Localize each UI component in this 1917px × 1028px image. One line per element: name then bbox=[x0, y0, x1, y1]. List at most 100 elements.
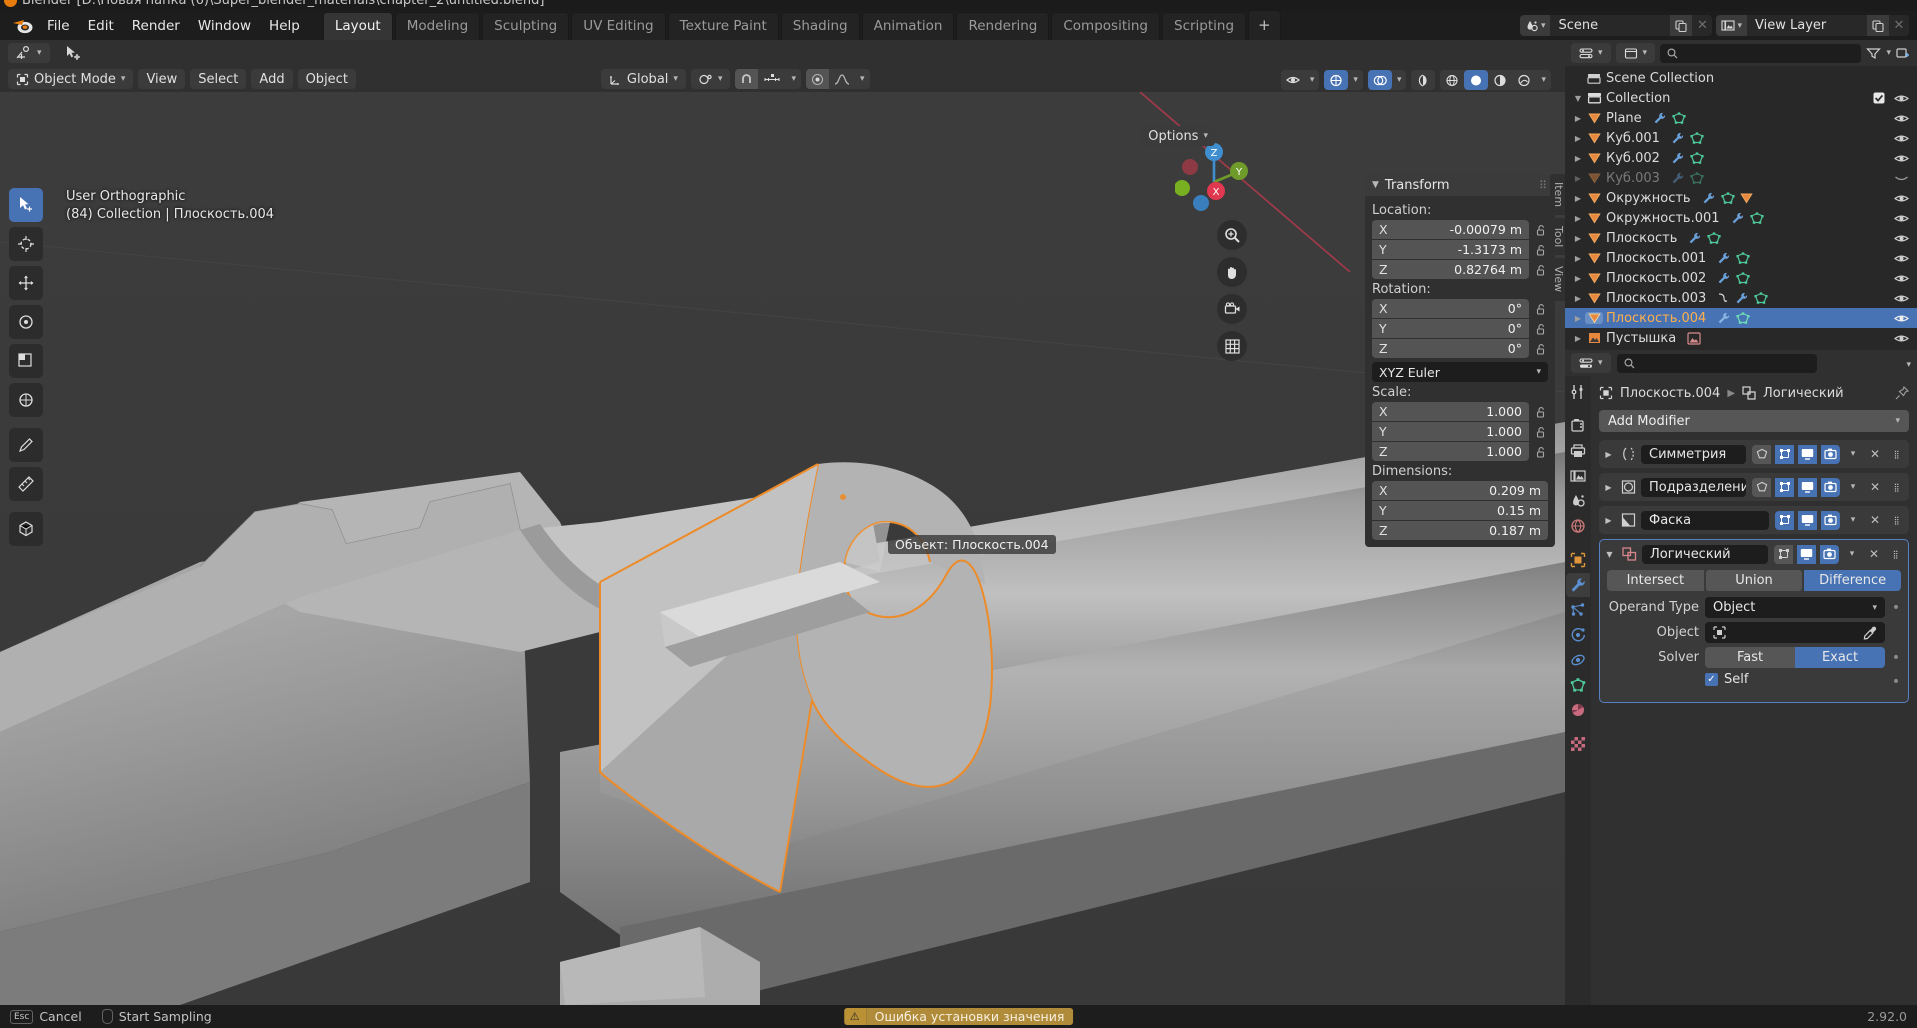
scene-icon[interactable]: ▾ bbox=[1519, 15, 1551, 36]
pin-icon[interactable] bbox=[1895, 386, 1909, 400]
dimensions-x-value[interactable]: 0.209 m bbox=[1489, 483, 1541, 498]
workspace-tab-shading[interactable]: Shading bbox=[780, 12, 860, 40]
expand-icon[interactable]: ▶ bbox=[1571, 154, 1585, 163]
modifier-drag-handle[interactable]: ⣿ bbox=[1887, 550, 1905, 559]
expand-icon[interactable]: ▶ bbox=[1571, 214, 1585, 223]
collection-visibility-icon[interactable] bbox=[1894, 93, 1909, 104]
outliner-row-cube-002[interactable]: ▶ Куб.002 bbox=[1565, 148, 1917, 168]
object-visibility-icon[interactable] bbox=[1281, 70, 1305, 90]
workspace-tab-animation[interactable]: Animation bbox=[861, 12, 955, 40]
scene-selector[interactable]: ▾ Scene ✕ bbox=[1519, 15, 1713, 36]
object-name-label[interactable]: Плоскость.002 bbox=[1606, 271, 1706, 286]
row-visibility-icon[interactable] bbox=[1894, 213, 1909, 224]
modifier-realtime-toggle[interactable] bbox=[1798, 444, 1817, 464]
expand-icon[interactable]: ▶ bbox=[1571, 174, 1585, 183]
tool-add-cube-icon[interactable] bbox=[9, 512, 43, 546]
location-z-value[interactable]: 0.82764 m bbox=[1454, 262, 1522, 277]
modifier-name[interactable]: Фаска bbox=[1641, 510, 1769, 530]
xray-toggle-icon[interactable] bbox=[1411, 70, 1435, 90]
npanel-tab-item[interactable]: Item bbox=[1550, 174, 1565, 216]
rotation-y-lock-icon[interactable] bbox=[1534, 323, 1548, 335]
tweak-tool-icon[interactable] bbox=[64, 45, 84, 61]
world-icon[interactable] bbox=[1566, 514, 1590, 538]
modifier-drag-handle[interactable]: ⣿ bbox=[1888, 450, 1906, 459]
outliner-row-plane-ru[interactable]: ▶ Плоскость bbox=[1565, 228, 1917, 248]
tool-transform-icon[interactable] bbox=[9, 383, 43, 417]
modifier-expand-icon[interactable]: ▶ bbox=[1602, 483, 1615, 492]
menu-window[interactable]: Window bbox=[189, 15, 260, 37]
properties-editor-type-button[interactable]: ▾ bbox=[1571, 353, 1611, 373]
scale-x-value[interactable]: 1.000 bbox=[1486, 404, 1522, 419]
add-modifier-button[interactable]: Add Modifier ▾ bbox=[1599, 410, 1909, 432]
transform-collapse-icon[interactable]: ▼ bbox=[1372, 180, 1379, 190]
rotation-y-value[interactable]: 0° bbox=[1508, 321, 1522, 336]
viewport-menu-object[interactable]: Object bbox=[297, 69, 356, 89]
dimensions-z-value[interactable]: 0.187 m bbox=[1489, 523, 1541, 538]
expand-icon[interactable]: ▶ bbox=[1571, 194, 1585, 203]
viewport-menu-add[interactable]: Add bbox=[251, 69, 293, 89]
expand-icon[interactable]: ▶ bbox=[1571, 314, 1585, 323]
solver-exact[interactable]: Exact bbox=[1795, 647, 1885, 668]
operand-type-animate-dot[interactable]: • bbox=[1891, 600, 1901, 616]
modifier-realtime-toggle[interactable] bbox=[1797, 544, 1816, 564]
workspace-tab-compositing[interactable]: Compositing bbox=[1051, 12, 1160, 40]
view-layer-icon[interactable] bbox=[1566, 464, 1590, 488]
object-name-label[interactable]: Плоскость.004 bbox=[1606, 311, 1706, 326]
outliner-search-input[interactable] bbox=[1660, 43, 1862, 63]
view-layer-name[interactable]: View Layer bbox=[1747, 15, 1867, 36]
self-animate-dot[interactable]: • bbox=[1891, 674, 1901, 690]
modifier-realtime-toggle[interactable] bbox=[1798, 477, 1817, 497]
outliner-row-cube-003[interactable]: ▶ Куб.003 bbox=[1565, 168, 1917, 188]
object-name-label[interactable]: Плоскость bbox=[1606, 231, 1677, 246]
gizmo-caret[interactable]: ▾ bbox=[1348, 70, 1363, 90]
outliner-editor[interactable]: ▾ ▾ ▾ Scene Collection ▼ Collection ▶ Pl… bbox=[1565, 40, 1917, 350]
expand-icon[interactable]: ▶ bbox=[1571, 114, 1585, 123]
row-visibility-icon[interactable] bbox=[1894, 193, 1909, 204]
rotation-y-row[interactable]: Y 0° bbox=[1372, 319, 1548, 338]
viewport-menu-select[interactable]: Select bbox=[190, 69, 247, 89]
object-name-label[interactable]: Plane bbox=[1606, 111, 1642, 126]
menu-help[interactable]: Help bbox=[260, 15, 309, 37]
rotation-x-row[interactable]: X 0° bbox=[1372, 299, 1548, 318]
modifier-dropdown-caret[interactable]: ▾ bbox=[1844, 515, 1862, 525]
object-name-label[interactable]: Куб.003 bbox=[1606, 171, 1660, 186]
menu-edit[interactable]: Edit bbox=[79, 15, 123, 37]
modifier-collapse-icon[interactable]: ▼ bbox=[1603, 550, 1616, 559]
dimensions-z-row[interactable]: Z 0.187 m bbox=[1372, 521, 1548, 540]
tool-tweak-icon[interactable] bbox=[9, 188, 43, 222]
eyedropper-icon[interactable] bbox=[1863, 626, 1877, 640]
workspace-tab-scripting[interactable]: Scripting bbox=[1162, 12, 1247, 40]
modifier-dropdown-caret[interactable]: ▾ bbox=[1843, 549, 1861, 559]
modifier-name[interactable]: Подразделения bbox=[1641, 477, 1746, 497]
render-icon[interactable] bbox=[1566, 414, 1590, 438]
data-icon[interactable] bbox=[1566, 673, 1590, 697]
proportional-edit-icon[interactable] bbox=[806, 69, 829, 89]
viewport-3d[interactable]: ▾ Object Mode ▾ View Select Add Object G… bbox=[0, 40, 1565, 1005]
workspace-tab-modeling[interactable]: Modeling bbox=[394, 12, 481, 40]
modifier-edit-mode-cage-toggle[interactable] bbox=[1752, 444, 1771, 464]
view-layer-remove-button[interactable]: ✕ bbox=[1889, 15, 1909, 36]
transform-panel-header[interactable]: ▼ Transform ⠿ bbox=[1365, 174, 1555, 196]
particles-icon[interactable] bbox=[1566, 598, 1590, 622]
view-layer-new-button[interactable] bbox=[1867, 15, 1889, 36]
location-z-row[interactable]: Z 0.82764 m bbox=[1372, 260, 1548, 279]
scale-z-value[interactable]: 1.000 bbox=[1486, 444, 1522, 459]
self-checkbox-group[interactable]: ✓ Self bbox=[1705, 672, 1885, 687]
scale-y-value[interactable]: 1.000 bbox=[1486, 424, 1522, 439]
constraints-icon[interactable] bbox=[1566, 648, 1590, 672]
mode-selector[interactable]: Object Mode ▾ bbox=[8, 69, 134, 89]
scene-unlink-button[interactable]: ✕ bbox=[1692, 15, 1713, 36]
object-name-label[interactable]: Плоскость.003 bbox=[1606, 291, 1706, 306]
modifier-icon[interactable] bbox=[1566, 573, 1590, 597]
modifier-render-toggle[interactable] bbox=[1821, 444, 1840, 464]
row-visibility-icon[interactable] bbox=[1894, 173, 1909, 184]
outliner-row-plane[interactable]: ▶ Plane bbox=[1565, 108, 1917, 128]
expand-icon[interactable]: ▶ bbox=[1571, 134, 1585, 143]
solver-fast[interactable]: Fast bbox=[1705, 647, 1795, 668]
modifier-drag-handle[interactable]: ⣿ bbox=[1888, 516, 1906, 525]
outliner-row-circle[interactable]: ▶ Окружность bbox=[1565, 188, 1917, 208]
outliner-row-plane-001[interactable]: ▶ Плоскость.001 bbox=[1565, 248, 1917, 268]
boolean-op-intersect[interactable]: Intersect bbox=[1607, 570, 1704, 591]
object-name-label[interactable]: Пустышка bbox=[1606, 331, 1676, 346]
outliner-row-cube-001[interactable]: ▶ Куб.001 bbox=[1565, 128, 1917, 148]
